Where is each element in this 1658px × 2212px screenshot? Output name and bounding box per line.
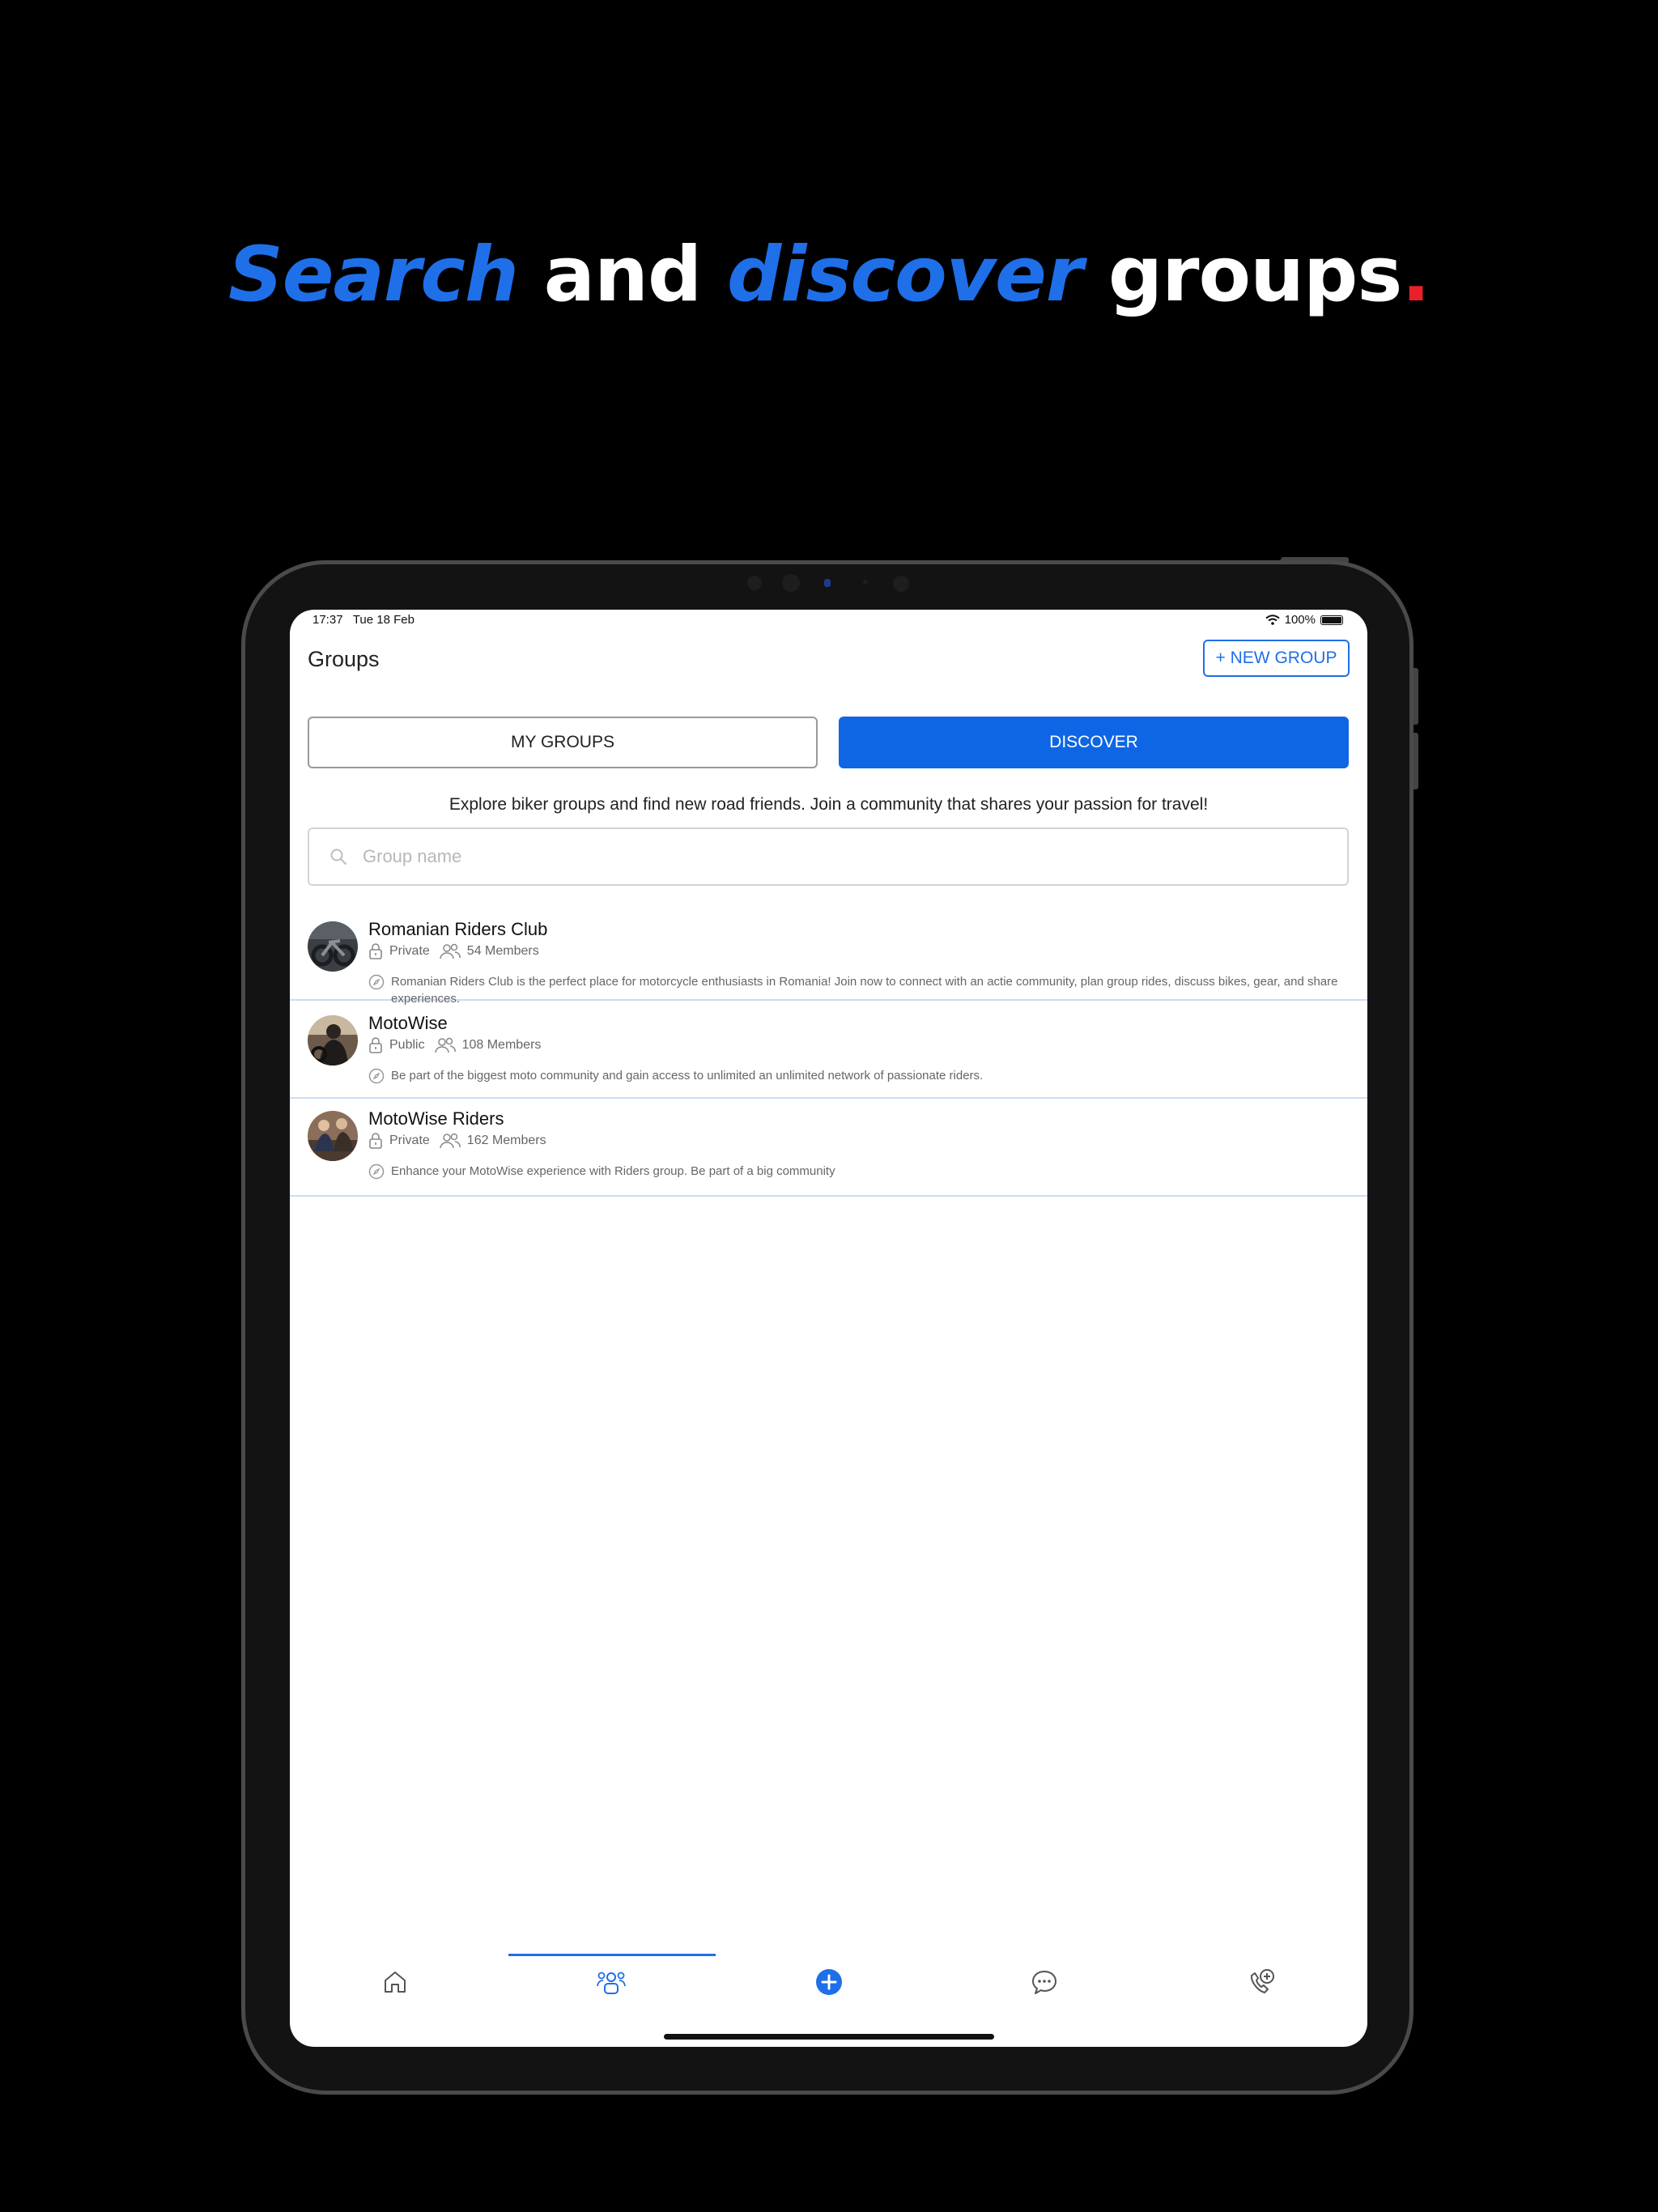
group-list-item[interactable]: MotoWise Public 108 Members Be part of t… [290, 1001, 1367, 1099]
app-screen: 17:37 Tue 18 Feb 100% Groups + NEW GROUP… [290, 610, 1367, 2047]
group-members: 108 Members [461, 1038, 542, 1052]
group-description-row: Enhance your MotoWise experience with Ri… [368, 1163, 1340, 1180]
lock-icon [369, 1037, 382, 1053]
group-meta: Private 54 Members [368, 943, 539, 959]
status-bar: 17:37 Tue 18 Feb 100% [290, 610, 1367, 627]
status-time: 17:37 Tue 18 Feb [312, 613, 414, 627]
home-indicator[interactable] [664, 2034, 994, 2040]
group-list-item[interactable]: MotoWise Riders Private 162 Members Enha… [290, 1099, 1367, 1197]
group-members: 162 Members [466, 1134, 546, 1147]
nav-chat[interactable] [1012, 1954, 1077, 2010]
search-icon [330, 849, 346, 865]
compass-icon [368, 1068, 385, 1084]
tab-discover[interactable]: DISCOVER [839, 717, 1349, 768]
group-members: 54 Members [466, 944, 539, 958]
lock-icon [369, 943, 382, 959]
search-box[interactable] [308, 827, 1349, 886]
camera-sensor [863, 580, 868, 585]
explore-description: Explore biker groups and find new road f… [449, 795, 1209, 814]
home-icon [385, 1972, 406, 1993]
group-meta: Private 162 Members [368, 1133, 546, 1149]
battery-icon [1320, 615, 1343, 625]
group-description-row: Be part of the biggest moto community an… [368, 1067, 1340, 1084]
camera-lens [824, 579, 831, 587]
marketing-headline: Search and discover groups. [0, 231, 1658, 319]
group-privacy: Private [389, 944, 430, 958]
headline-word-and: and [543, 231, 703, 319]
group-avatar-image [308, 1111, 358, 1161]
page-title: Groups [308, 647, 380, 671]
group-avatar-image [308, 921, 358, 972]
compass-icon [368, 974, 385, 990]
add-circle-icon [816, 1969, 842, 1995]
compass-icon [368, 1163, 385, 1180]
headline-word-groups: groups [1107, 231, 1402, 319]
group-meta: Public 108 Members [368, 1037, 541, 1053]
chat-icon [1032, 1971, 1056, 1994]
camera-sensor [747, 576, 762, 590]
nav-add[interactable] [797, 1954, 861, 2010]
group-list-item[interactable]: Romanian Riders Club Private 54 Members [290, 905, 1367, 1006]
nav-groups[interactable] [579, 1954, 644, 2010]
members-icon [434, 1037, 456, 1053]
battery-percent: 100% [1284, 613, 1316, 627]
headline-dot: . [1401, 231, 1431, 319]
group-privacy: Private [389, 1134, 430, 1147]
emergency-call-icon [1250, 1969, 1274, 1993]
wifi-icon [1265, 615, 1280, 625]
headline-word-search: Search [228, 231, 519, 319]
nav-home[interactable] [363, 1954, 427, 2010]
group-privacy: Public [389, 1038, 425, 1052]
group-avatar-image [308, 1015, 358, 1066]
camera-sensor [893, 576, 909, 592]
group-name: MotoWise [368, 1013, 448, 1033]
group-description: Enhance your MotoWise experience with Ri… [391, 1164, 835, 1178]
avatar [308, 1015, 358, 1066]
new-group-button[interactable]: + NEW GROUP [1203, 640, 1350, 677]
group-name: Romanian Riders Club [368, 919, 548, 939]
members-icon [440, 1133, 461, 1149]
avatar [308, 921, 358, 972]
avatar [308, 1111, 358, 1161]
tab-my-groups[interactable]: MY GROUPS [308, 717, 818, 768]
groups-icon [597, 1972, 626, 1994]
bottom-nav [290, 1954, 1367, 2010]
group-name: MotoWise Riders [368, 1108, 504, 1129]
nav-emergency[interactable] [1229, 1954, 1294, 2010]
camera-sensor [782, 574, 800, 592]
status-right: 100% [1265, 613, 1343, 627]
members-icon [440, 943, 461, 959]
status-date: Tue 18 Feb [352, 613, 414, 627]
status-time-value: 17:37 [312, 613, 343, 627]
lock-icon [369, 1133, 382, 1149]
headline-word-discover: discover [727, 231, 1083, 319]
group-description: Be part of the biggest moto community an… [391, 1069, 984, 1083]
search-input[interactable] [361, 845, 1255, 868]
